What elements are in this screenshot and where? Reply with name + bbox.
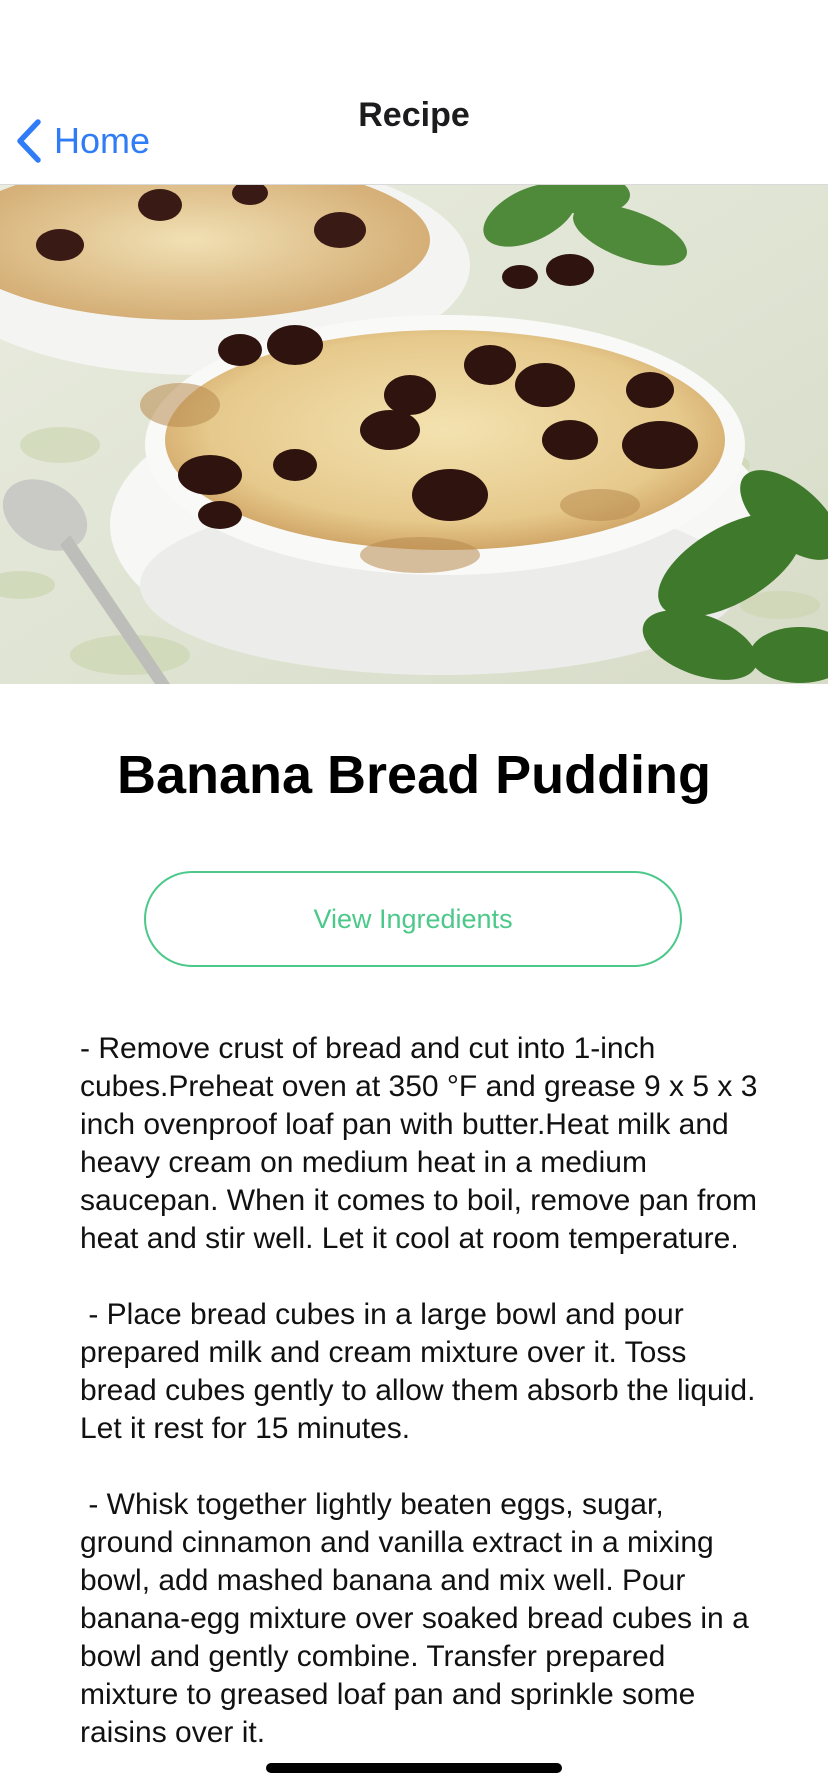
recipe-instructions: - Remove crust of bread and cut into 1-i… [80,1030,760,1790]
instruction-step: - Whisk together lightly beaten eggs, su… [80,1488,758,1749]
navigation-bar: Home Recipe [0,0,828,185]
recipe-photo-illustration [0,185,828,684]
instruction-step: - Remove crust of bread and cut into 1-i… [80,1032,766,1255]
home-indicator[interactable] [266,1763,562,1773]
page-title: Recipe [358,96,470,134]
view-ingredients-button[interactable]: View Ingredients [144,871,682,967]
instruction-step: - Place bread cubes in a large bowl and … [80,1298,764,1445]
recipe-photo [0,185,828,684]
recipe-title: Banana Bread Pudding [116,745,712,805]
recipe-screen: Home Recipe Banana Bread Pudding View In… [0,0,828,1792]
